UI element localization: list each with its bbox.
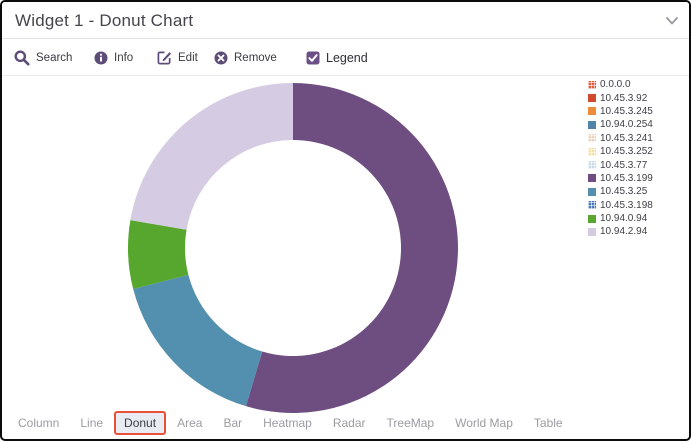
legend-swatch [588, 174, 596, 182]
legend-item-10.45.3.252[interactable]: 10.45.3.252 [588, 145, 686, 158]
edit-icon [157, 50, 172, 65]
donut-chart [126, 81, 460, 415]
remove-label: Remove [234, 52, 277, 64]
legend-item-10.45.3.25[interactable]: 10.45.3.25 [588, 185, 686, 198]
legend-item-10.45.3.199[interactable]: 10.45.3.199 [588, 172, 686, 185]
legend-toggle[interactable]: Legend [306, 40, 368, 75]
collapse-widget-button[interactable] [665, 15, 679, 27]
legend-label: 10.94.0.254 [600, 119, 653, 130]
widget-window: Widget 1 - Donut Chart Search Info [0, 0, 691, 441]
search-label: Search [36, 52, 72, 64]
widget-toolbar: Search Info Edit Remove [2, 40, 689, 75]
legend-label: 10.45.3.25 [600, 186, 647, 197]
legend-item-10.45.3.198[interactable]: 10.45.3.198 [588, 199, 686, 212]
legend-item-10.94.2.94[interactable]: 10.94.2.94 [588, 225, 686, 238]
tab-area[interactable]: Area [177, 416, 202, 430]
search-icon [14, 50, 30, 66]
legend-item-10.45.3.77[interactable]: 10.45.3.77 [588, 158, 686, 171]
chart-area: 0.0.0.0 10.45.3.92 10.45.3.245 10.94.0.254 1… [2, 75, 689, 406]
legend-swatch [588, 201, 596, 209]
legend-swatch [588, 215, 596, 223]
widget-header: Widget 1 - Donut Chart [2, 2, 689, 39]
tab-line[interactable]: Line [80, 416, 103, 430]
donut-slice-10.45.3.25[interactable] [133, 275, 262, 406]
tab-treemap[interactable]: TreeMap [387, 416, 435, 430]
legend-swatch [588, 161, 596, 169]
search-button[interactable]: Search [14, 40, 72, 75]
widget-title: Widget 1 - Donut Chart [15, 2, 193, 39]
legend-label: 0.0.0.0 [600, 79, 631, 90]
legend-swatch [588, 107, 596, 115]
chevron-down-icon [665, 15, 679, 27]
remove-icon [214, 51, 228, 65]
legend-swatch [588, 188, 596, 196]
tab-bar[interactable]: Bar [223, 416, 242, 430]
legend-label: 10.45.3.252 [600, 146, 653, 157]
checkbox-checked-icon [306, 51, 320, 65]
legend-item-10.45.3.92[interactable]: 10.45.3.92 [588, 91, 686, 104]
legend-label: 10.45.3.241 [600, 133, 653, 144]
tab-table[interactable]: Table [534, 416, 563, 430]
info-icon [94, 51, 108, 65]
remove-button[interactable]: Remove [214, 40, 277, 75]
legend-toggle-label: Legend [326, 51, 368, 65]
legend-item-10.45.3.241[interactable]: 10.45.3.241 [588, 132, 686, 145]
donut-slice-10.94.2.94[interactable] [130, 83, 293, 230]
legend-item-10.94.0.94[interactable]: 10.94.0.94 [588, 212, 686, 225]
chart-legend: 0.0.0.0 10.45.3.92 10.45.3.245 10.94.0.254 1… [588, 78, 686, 239]
chart-type-tabbar: Column Line Donut Area Bar Heatmap Radar TreeMa… [2, 406, 689, 439]
tab-donut[interactable]: Donut [114, 411, 166, 435]
legend-item-10.45.3.245[interactable]: 10.45.3.245 [588, 105, 686, 118]
legend-swatch [588, 81, 596, 89]
legend-label: 10.94.0.94 [600, 213, 647, 224]
legend-label: 10.45.3.77 [600, 160, 647, 171]
legend-item-0.0.0.0[interactable]: 0.0.0.0 [588, 78, 686, 91]
legend-swatch [588, 134, 596, 142]
info-label: Info [114, 52, 133, 64]
tab-column[interactable]: Column [18, 416, 59, 430]
tab-heatmap[interactable]: Heatmap [263, 416, 312, 430]
legend-label: 10.45.3.245 [600, 106, 653, 117]
info-button[interactable]: Info [94, 40, 133, 75]
legend-label: 10.45.3.92 [600, 93, 647, 104]
edit-label: Edit [178, 52, 198, 64]
legend-label: 10.94.2.94 [600, 226, 647, 237]
legend-swatch [588, 94, 596, 102]
legend-swatch [588, 121, 596, 129]
tab-radar[interactable]: Radar [333, 416, 366, 430]
edit-button[interactable]: Edit [157, 40, 198, 75]
legend-item-10.94.0.254[interactable]: 10.94.0.254 [588, 118, 686, 131]
legend-swatch [588, 148, 596, 156]
legend-label: 10.45.3.198 [600, 200, 653, 211]
tab-world-map[interactable]: World Map [455, 416, 513, 430]
legend-swatch [588, 228, 596, 236]
legend-label: 10.45.3.199 [600, 173, 653, 184]
